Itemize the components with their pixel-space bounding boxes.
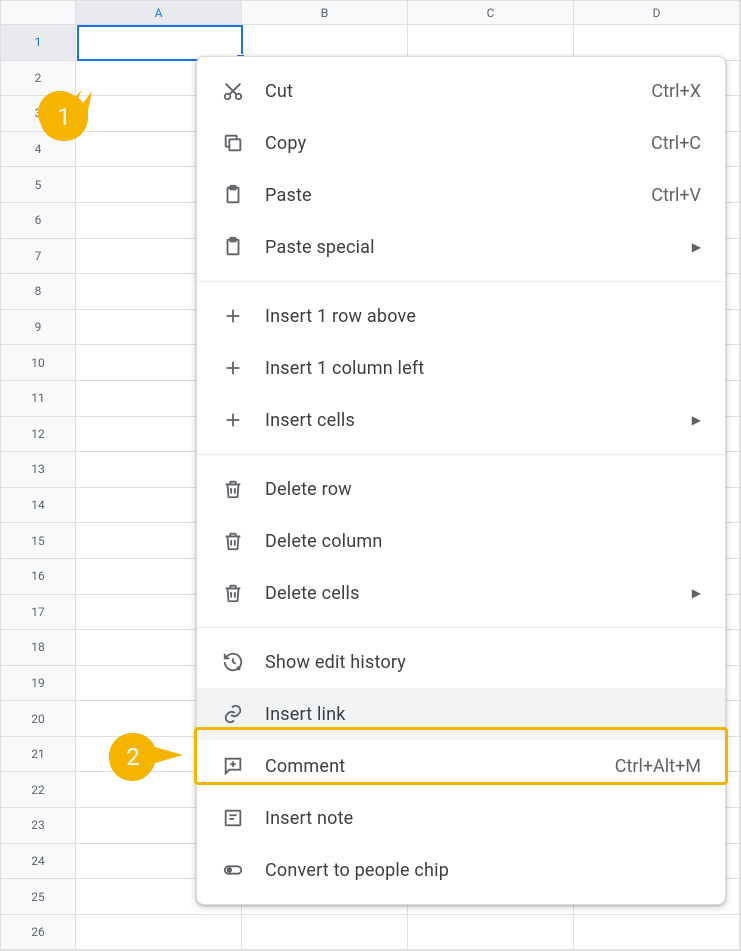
menu-comment[interactable]: Comment Ctrl+Alt+M	[197, 740, 725, 792]
row-header-23[interactable]: 23	[1, 808, 76, 844]
step-callout-2: 2	[105, 725, 185, 785]
trash-icon	[221, 529, 245, 553]
menu-cut[interactable]: Cut Ctrl+X	[197, 65, 725, 117]
menu-insert-link-label: Insert link	[265, 704, 701, 725]
menu-paste-label: Paste	[265, 185, 651, 206]
menu-delete-col[interactable]: Delete column	[197, 515, 725, 567]
row-header-17[interactable]: 17	[1, 595, 76, 631]
menu-insert-row-above[interactable]: Insert 1 row above	[197, 290, 725, 342]
menu-show-edit-history[interactable]: Show edit history	[197, 636, 725, 688]
submenu-arrow-icon: ▶	[692, 240, 701, 254]
plus-icon	[221, 356, 245, 380]
svg-text:2: 2	[126, 743, 140, 771]
menu-insert-cells[interactable]: Insert cells ▶	[197, 394, 725, 446]
row-header-19[interactable]: 19	[1, 666, 76, 702]
row-header-26[interactable]: 26	[1, 915, 76, 951]
plus-icon	[221, 408, 245, 432]
cell[interactable]	[242, 915, 408, 951]
menu-copy-shortcut: Ctrl+C	[651, 133, 701, 154]
menu-convert-people-chip[interactable]: Convert to people chip	[197, 844, 725, 896]
row-header-16[interactable]: 16	[1, 559, 76, 595]
row-header-7[interactable]: 7	[1, 239, 76, 275]
spreadsheet-window: A B C D 12345678910111213141516171819202…	[0, 0, 741, 951]
menu-insert-row-above-label: Insert 1 row above	[265, 306, 701, 327]
grid-row: 26	[1, 915, 740, 951]
row-header-25[interactable]: 25	[1, 879, 76, 915]
svg-text:1: 1	[57, 103, 71, 131]
menu-cut-label: Cut	[265, 81, 651, 102]
cell[interactable]	[76, 915, 242, 951]
cell[interactable]	[408, 915, 574, 951]
menu-show-edit-history-label: Show edit history	[265, 652, 701, 673]
cell[interactable]	[574, 915, 740, 951]
row-header-12[interactable]: 12	[1, 417, 76, 453]
row-header-10[interactable]: 10	[1, 345, 76, 381]
menu-comment-shortcut: Ctrl+Alt+M	[615, 756, 701, 777]
column-header-A[interactable]: A	[76, 1, 242, 25]
trash-icon	[221, 581, 245, 605]
menu-insert-col-left[interactable]: Insert 1 column left	[197, 342, 725, 394]
people-chip-icon	[221, 858, 245, 882]
row-header-1[interactable]: 1	[1, 25, 76, 61]
row-header-9[interactable]: 9	[1, 310, 76, 346]
row-header-21[interactable]: 21	[1, 737, 76, 773]
menu-copy[interactable]: Copy Ctrl+C	[197, 117, 725, 169]
row-header-24[interactable]: 24	[1, 844, 76, 880]
row-header-6[interactable]: 6	[1, 203, 76, 239]
row-header-15[interactable]: 15	[1, 523, 76, 559]
menu-comment-label: Comment	[265, 756, 615, 777]
menu-paste[interactable]: Paste Ctrl+V	[197, 169, 725, 221]
menu-cut-shortcut: Ctrl+X	[651, 81, 701, 102]
menu-delete-cells[interactable]: Delete cells ▶	[197, 567, 725, 619]
paste-special-icon	[221, 235, 245, 259]
row-header-11[interactable]: 11	[1, 381, 76, 417]
menu-paste-shortcut: Ctrl+V	[651, 185, 701, 206]
menu-delete-cells-label: Delete cells	[265, 583, 684, 604]
row-header-20[interactable]: 20	[1, 701, 76, 737]
menu-paste-special[interactable]: Paste special ▶	[197, 221, 725, 273]
menu-insert-link[interactable]: Insert link	[197, 688, 725, 740]
plus-icon	[221, 304, 245, 328]
menu-delete-row-label: Delete row	[265, 479, 701, 500]
menu-convert-people-chip-label: Convert to people chip	[265, 860, 701, 881]
link-icon	[221, 702, 245, 726]
submenu-arrow-icon: ▶	[692, 586, 701, 600]
column-header-C[interactable]: C	[408, 1, 574, 25]
menu-separator	[197, 627, 725, 628]
cut-icon	[221, 79, 245, 103]
note-icon	[221, 806, 245, 830]
menu-separator	[197, 454, 725, 455]
row-header-22[interactable]: 22	[1, 772, 76, 808]
submenu-arrow-icon: ▶	[692, 413, 701, 427]
menu-insert-note[interactable]: Insert note	[197, 792, 725, 844]
menu-separator	[197, 281, 725, 282]
comment-icon	[221, 754, 245, 778]
step-callout-1-shape: 1	[36, 89, 96, 149]
menu-insert-cells-label: Insert cells	[265, 410, 684, 431]
column-header-row: A B C D	[1, 1, 740, 25]
row-header-18[interactable]: 18	[1, 630, 76, 666]
copy-icon	[221, 131, 245, 155]
row-header-13[interactable]: 13	[1, 452, 76, 488]
menu-delete-col-label: Delete column	[265, 531, 701, 552]
trash-icon	[221, 477, 245, 501]
menu-insert-col-left-label: Insert 1 column left	[265, 358, 701, 379]
row-header-14[interactable]: 14	[1, 488, 76, 524]
row-header-8[interactable]: 8	[1, 274, 76, 310]
menu-insert-note-label: Insert note	[265, 808, 701, 829]
column-header-B[interactable]: B	[242, 1, 408, 25]
menu-delete-row[interactable]: Delete row	[197, 463, 725, 515]
column-header-D[interactable]: D	[574, 1, 740, 25]
history-icon	[221, 650, 245, 674]
row-header-5[interactable]: 5	[1, 167, 76, 203]
menu-copy-label: Copy	[265, 133, 651, 154]
context-menu: Cut Ctrl+X Copy Ctrl+C Paste Ctrl+V Past…	[196, 56, 726, 905]
select-all-corner[interactable]	[1, 1, 76, 25]
menu-paste-special-label: Paste special	[265, 237, 684, 258]
paste-icon	[221, 183, 245, 207]
